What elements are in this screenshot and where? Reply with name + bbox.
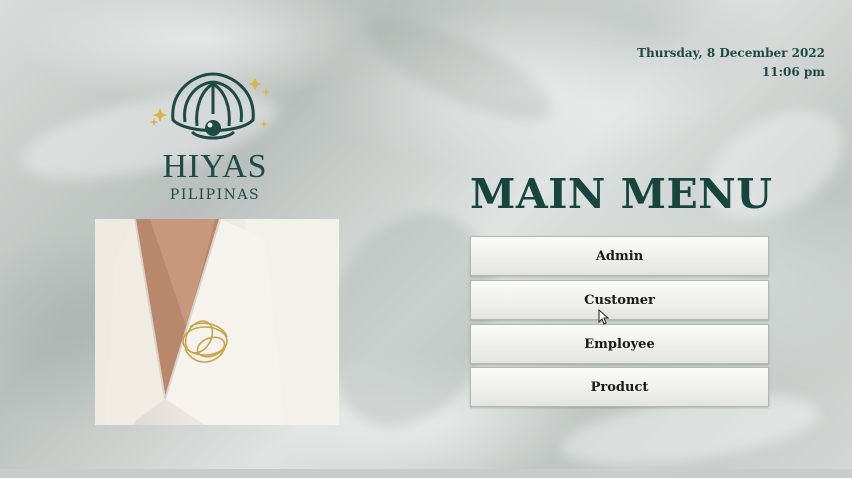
brand-name: HIYAS xyxy=(162,148,268,185)
customer-button[interactable]: Customer xyxy=(470,280,769,320)
brand-subtitle: PILIPINAS xyxy=(169,187,261,203)
time-text: 11:06 pm xyxy=(761,65,825,79)
brand-logo: HIYAS PILIPINAS xyxy=(140,70,290,210)
mouse-cursor-icon xyxy=(598,309,610,325)
date-time: Thursday, 8 December 2022 11:06 pm xyxy=(637,44,825,82)
admin-button[interactable]: Admin xyxy=(470,236,769,276)
date-text: Thursday, 8 December 2022 xyxy=(637,46,825,60)
pearl-shell-icon xyxy=(150,72,270,140)
product-photo xyxy=(95,219,339,425)
employee-button[interactable]: Employee xyxy=(470,324,769,364)
page-title: MAIN MENU xyxy=(470,170,773,218)
product-button[interactable]: Product xyxy=(470,367,769,407)
